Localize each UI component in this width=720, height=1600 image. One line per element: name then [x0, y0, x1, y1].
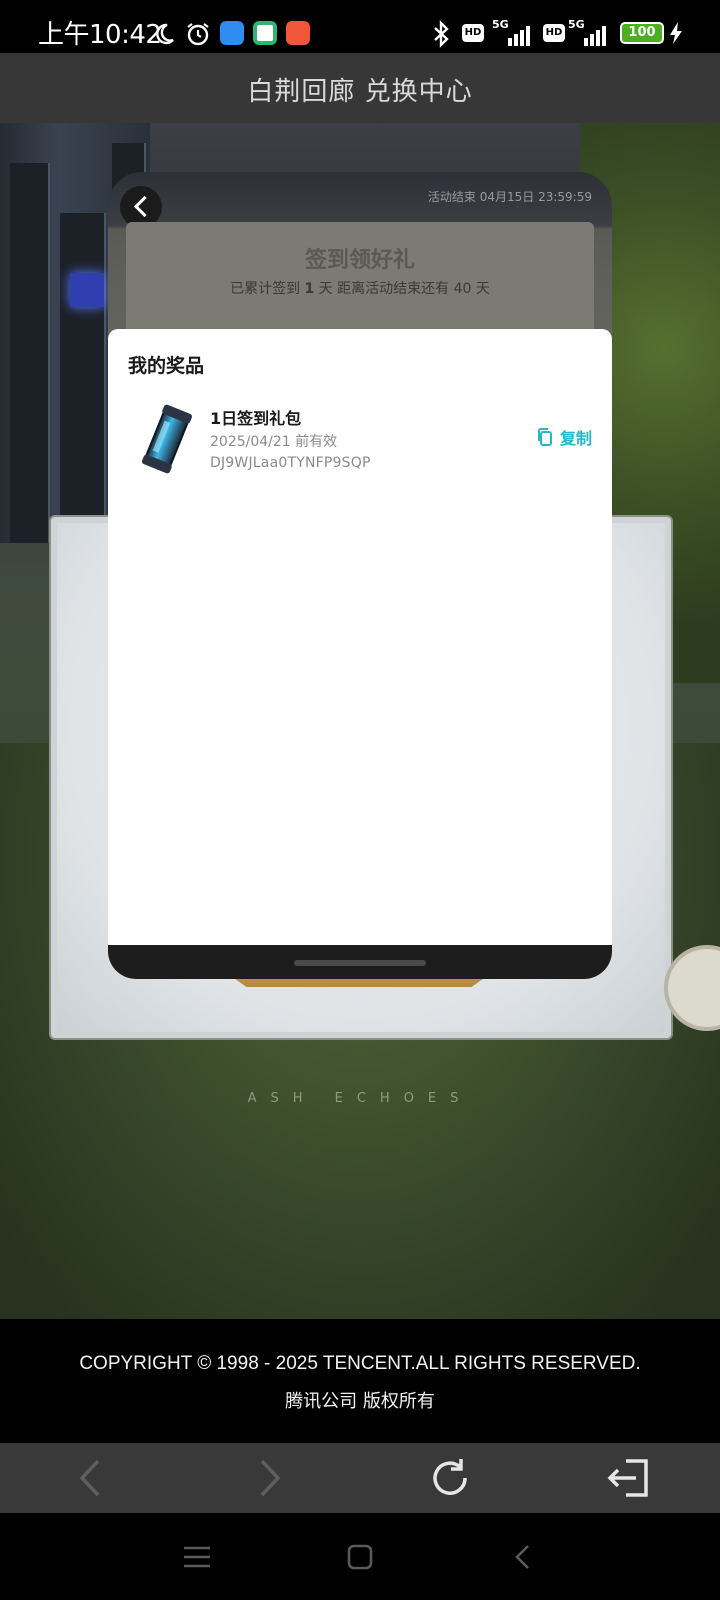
copy-button[interactable]: 复制 — [535, 425, 592, 449]
modal-title: 我的奖品 — [128, 355, 205, 377]
browser-back-icon[interactable] — [68, 1455, 114, 1501]
company-text: 腾讯公司 版权所有 — [285, 1391, 435, 1412]
checkin-sub-prefix: 已累计签到 — [230, 281, 301, 297]
signal-icon-2 — [584, 26, 606, 46]
system-nav-bar — [0, 1513, 720, 1600]
prize-item: 1日签到礼包 2025/04/21 前有效 DJ9WJLaa0TYNFP9SQP… — [128, 399, 592, 483]
hd-badge-1: HD — [462, 24, 484, 42]
copy-icon — [537, 428, 552, 446]
hd-badge-2: HD — [543, 24, 565, 42]
store-app-icon — [286, 21, 310, 45]
home-icon[interactable] — [343, 1540, 377, 1574]
bluetooth-icon — [434, 20, 449, 48]
exit-icon[interactable] — [606, 1455, 652, 1501]
refresh-icon[interactable] — [427, 1455, 473, 1501]
battery-icon: 100 — [620, 22, 664, 44]
network-label-2: 5G — [568, 18, 585, 31]
checkin-title: 签到领好礼 — [304, 248, 415, 273]
checkin-sub-mid: 天 距离活动结束还有 40 天 — [318, 281, 490, 297]
nav-back-icon[interactable] — [506, 1540, 540, 1574]
brand-text: ASH ECHOES — [247, 1091, 473, 1106]
alarm-icon — [187, 23, 209, 46]
mobile-app-icon — [253, 21, 277, 45]
prize-code: DJ9WJLaa0TYNFP9SQP — [210, 455, 371, 471]
prize-expiry: 2025/04/21 前有效 — [210, 434, 338, 450]
menu-icon[interactable] — [180, 1540, 214, 1574]
title-bar: 白荆回廊 兑换中心 — [0, 53, 720, 123]
charging-icon — [670, 22, 682, 44]
moon-icon — [156, 23, 174, 45]
signal-icon-1 — [508, 26, 530, 46]
browser-forward-icon[interactable] — [246, 1455, 292, 1501]
prize-name: 1日签到礼包 — [210, 409, 302, 428]
browser-toolbar — [0, 1443, 720, 1513]
copy-label: 复制 — [559, 429, 592, 448]
my-prizes-modal: 我的奖品 1日签到礼包 2025/04/21 前有效 DJ9WJLaa0TYNF… — [108, 329, 612, 979]
network-label-1: 5G — [492, 18, 509, 31]
gift-capsule-icon — [142, 404, 192, 474]
security-app-icon — [220, 21, 244, 45]
modal-footer — [108, 945, 612, 979]
checkin-subtitle: 已累计签到 1 天 距离活动结束还有 40 天 — [126, 278, 594, 298]
copyright-text: COPYRIGHT © 1998 - 2025 TENCENT.ALL RIGH… — [79, 1353, 641, 1374]
activity-end-time: 活动结束 04月15日 23:59:59 — [427, 190, 592, 204]
copyright-footer: COPYRIGHT © 1998 - 2025 TENCENT.ALL RIGH… — [0, 1319, 720, 1443]
checkin-days: 1 — [304, 281, 315, 297]
page-title: 白荆回廊 兑换中心 — [247, 77, 473, 107]
status-time: 上午10:42 — [38, 20, 162, 50]
drag-handle[interactable] — [294, 960, 426, 966]
status-bar: 上午10:42 HD 5G HD 5G 100 — [0, 0, 720, 53]
